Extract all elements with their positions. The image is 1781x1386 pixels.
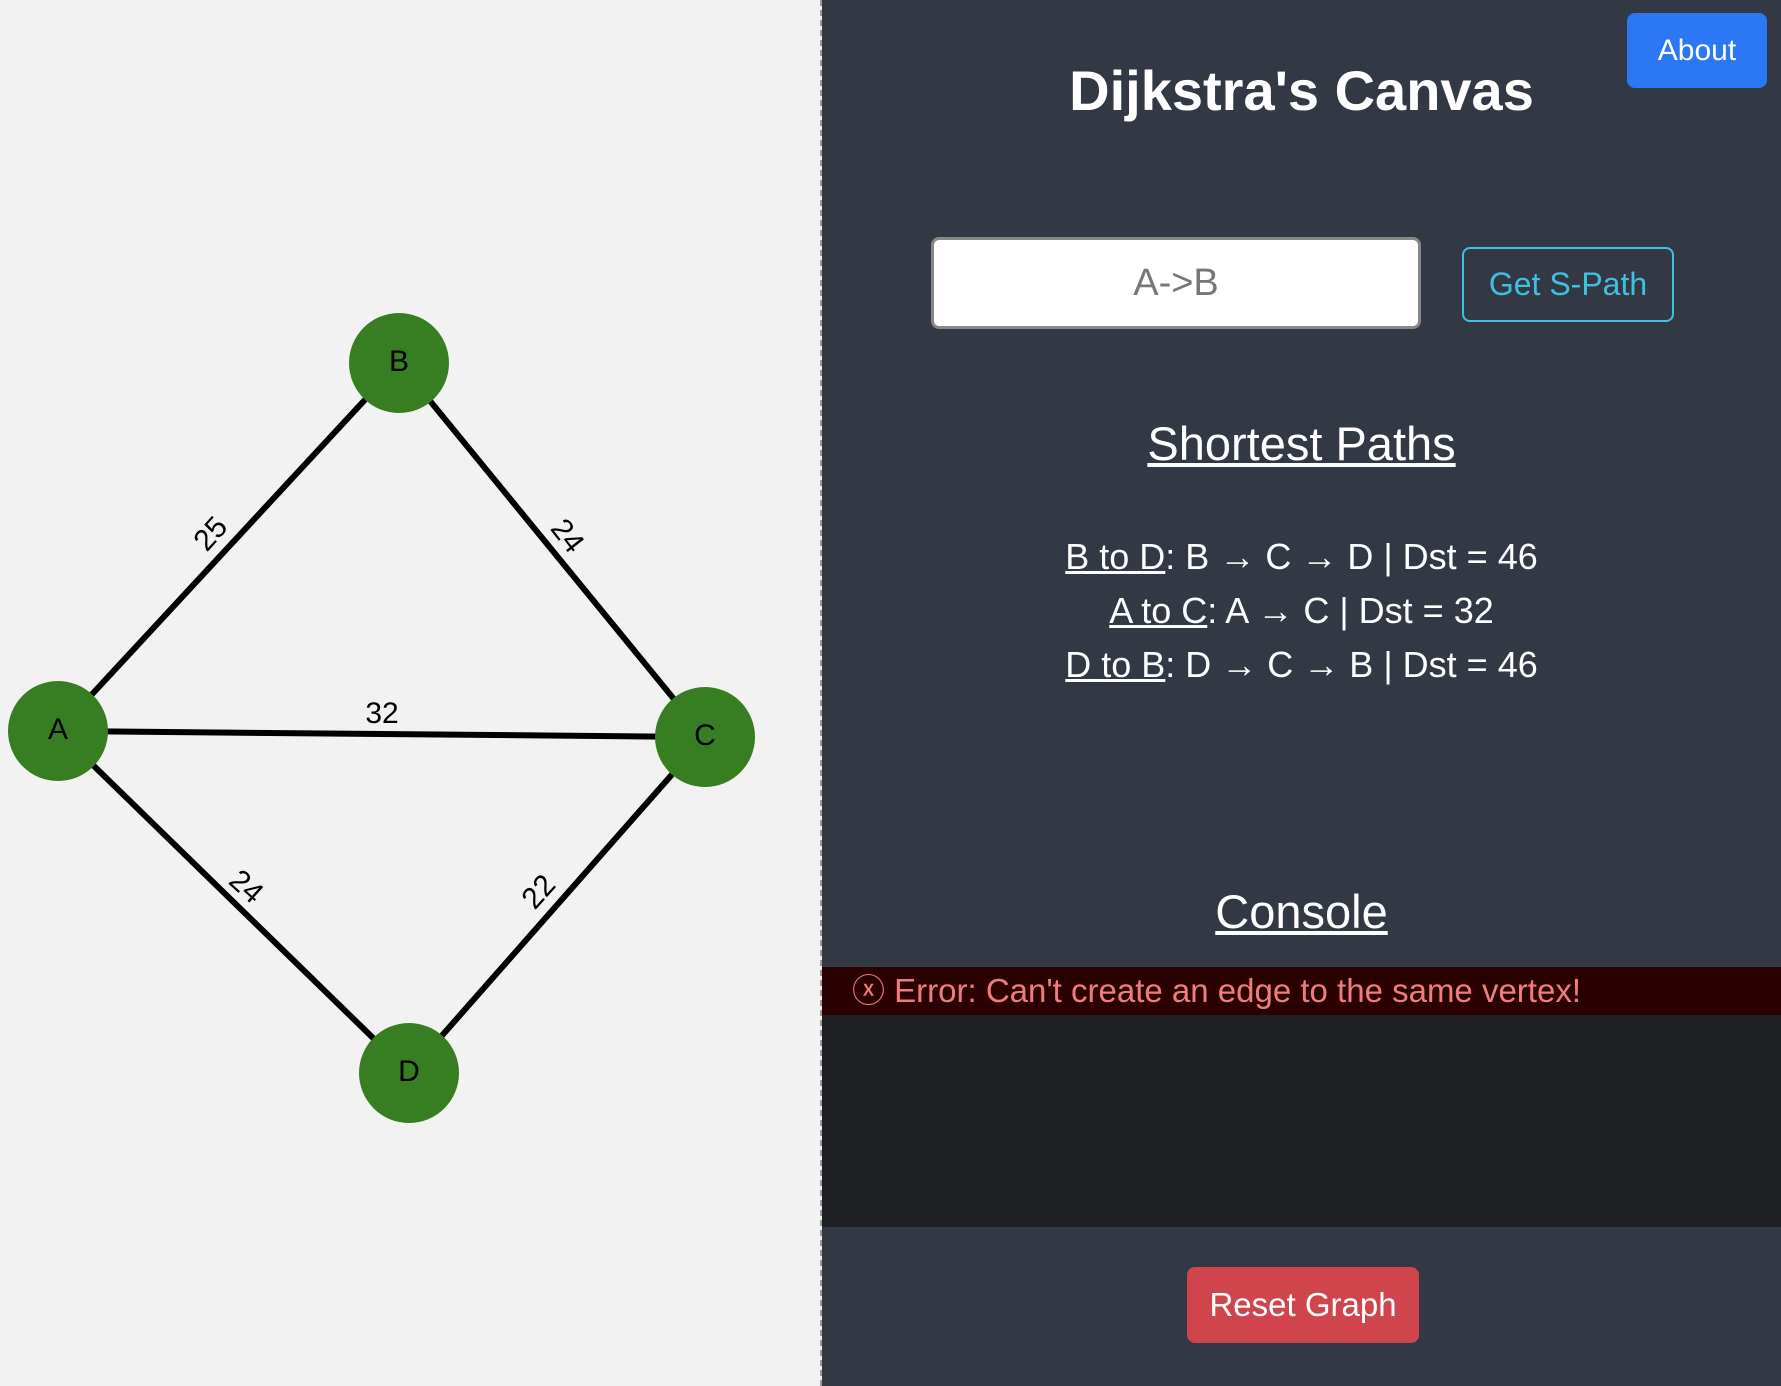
path-item: A to C: A → C | Dst = 32 (822, 584, 1781, 638)
side-panel: About Dijkstra's Canvas Get S-Path Short… (822, 0, 1781, 1386)
path-detail: : B → C → D | Dst = 46 (1165, 536, 1538, 577)
app-title: Dijkstra's Canvas (1069, 59, 1534, 122)
vertex-label: C (694, 719, 716, 752)
console-output: ⓧ Error: Can't create an edge to the sam… (822, 967, 1781, 1227)
path-item: B to D: B → C → D | Dst = 46 (822, 530, 1781, 584)
path-query-input[interactable] (931, 237, 1421, 329)
shortest-paths-list: B to D: B → C → D | Dst = 46 A to C: A →… (822, 530, 1781, 692)
console-error-message: ⓧ Error: Can't create an edge to the sam… (822, 967, 1781, 1015)
shortest-paths-heading: Shortest Paths (1147, 417, 1456, 470)
console-heading: Console (1215, 885, 1388, 938)
path-pair: A to C (1109, 590, 1208, 631)
edge-B-C[interactable] (396, 361, 708, 739)
edge-weight-label: 24 (223, 863, 270, 910)
graph-canvas[interactable]: 25 24 32 24 22 A B C D (0, 0, 820, 1386)
vertex-label: A (48, 713, 68, 746)
path-detail: : D → C → B | Dst = 46 (1165, 644, 1538, 685)
path-item: D to B: D → C → B | Dst = 46 (822, 638, 1781, 692)
error-text: Error: Can't create an edge to the same … (894, 972, 1581, 1009)
reset-graph-button[interactable]: Reset Graph (1187, 1267, 1419, 1343)
path-detail: : A → C | Dst = 32 (1207, 590, 1494, 631)
edge-D-C[interactable] (406, 735, 708, 1075)
vertex-label: D (398, 1055, 420, 1088)
edge-weight-label: 32 (365, 697, 398, 730)
edge-A-D[interactable] (55, 728, 412, 1076)
vertex-label: B (389, 345, 409, 378)
path-pair: D to B (1065, 644, 1166, 685)
graph-svg[interactable]: 25 243224 22ABCD (0, 0, 820, 1386)
error-circle-x-icon: ⓧ (852, 972, 885, 1009)
get-shortest-path-button[interactable]: Get S-Path (1462, 247, 1674, 322)
path-pair: B to D (1065, 536, 1166, 577)
edge-A-C[interactable] (57, 728, 706, 740)
edge-A-B[interactable] (55, 360, 402, 734)
